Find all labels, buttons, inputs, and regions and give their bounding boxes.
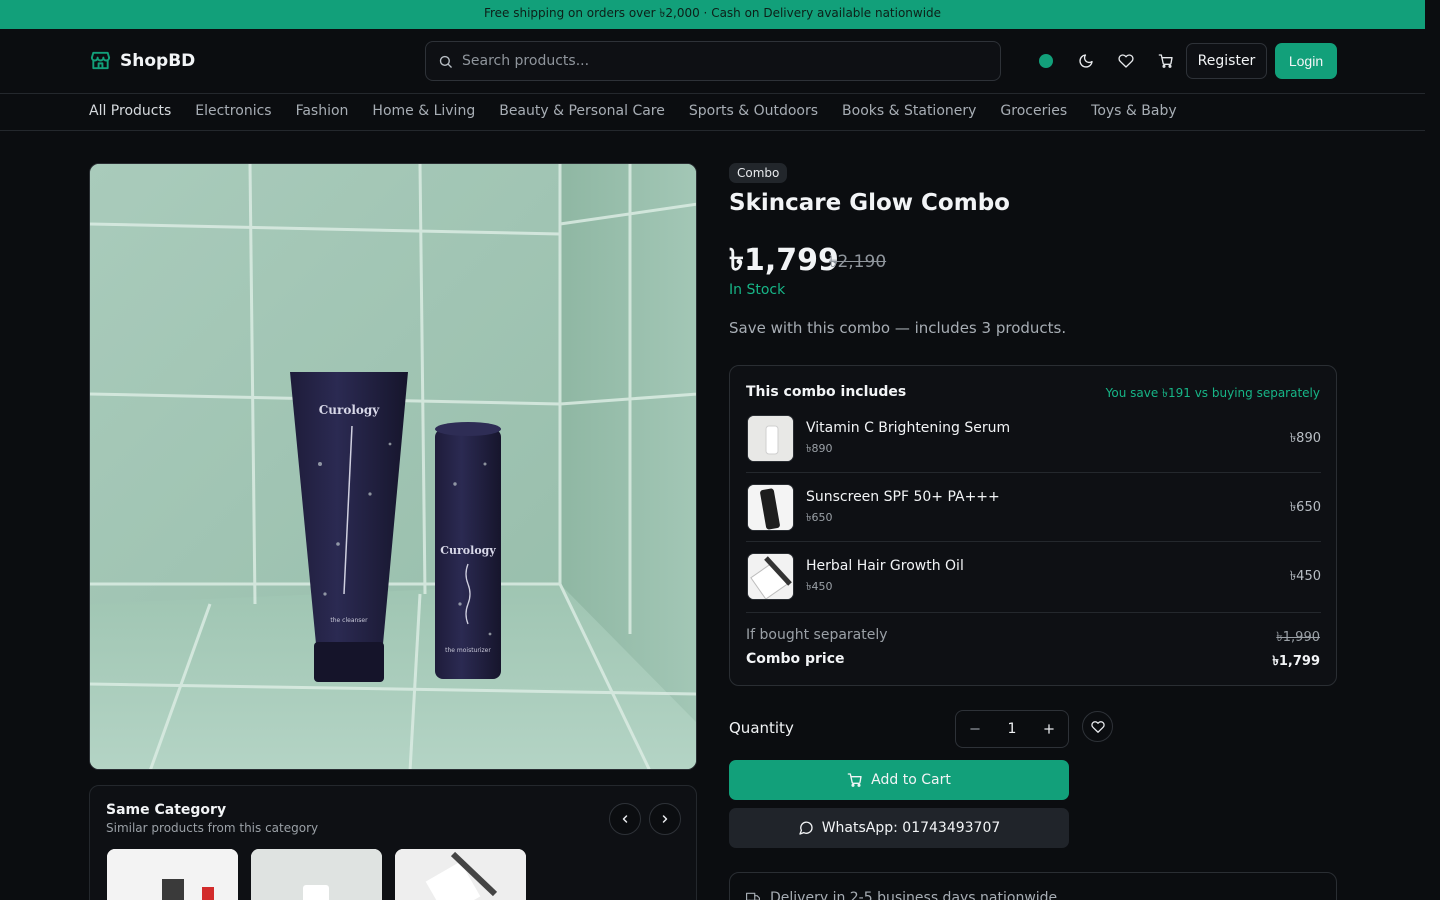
- category-groceries[interactable]: Groceries: [1000, 103, 1067, 119]
- combo-item[interactable]: Sunscreen SPF 50+ PA+++ ৳650 ৳650: [746, 484, 1321, 553]
- svg-text:Curology: Curology: [440, 544, 496, 557]
- same-category-title: Same Category: [106, 802, 227, 818]
- product-badge: Combo: [729, 163, 788, 183]
- combo-item-name: Herbal Hair Growth Oil: [806, 558, 964, 574]
- separately-value: ৳1,990: [1276, 630, 1320, 645]
- register-button[interactable]: Register: [1186, 43, 1267, 79]
- heart-icon: [1090, 720, 1105, 733]
- minus-icon: [970, 728, 980, 730]
- brand-name: ShopBD: [120, 50, 196, 71]
- brand-logo[interactable]: ShopBD: [89, 49, 195, 72]
- plus-icon: [1044, 724, 1054, 734]
- moon-icon: [1079, 54, 1093, 68]
- category-fashion[interactable]: Fashion: [296, 103, 349, 119]
- combo-item-image: [747, 415, 794, 462]
- divider: [746, 472, 1321, 473]
- category-all-products[interactable]: All Products: [89, 103, 171, 119]
- carousel-prev-button[interactable]: [609, 803, 641, 835]
- delivery-text: Delivery in 2-5 business days nationwide: [770, 890, 1058, 900]
- category-nav: All Products Electronics Fashion Home & …: [0, 94, 1425, 131]
- divider: [746, 612, 1321, 613]
- announcement-bar: Free shipping on orders over ৳2,000 · Ca…: [0, 0, 1425, 29]
- login-button[interactable]: Login: [1275, 43, 1337, 79]
- cart-icon: [1158, 54, 1173, 68]
- combo-includes-panel: This combo includes You save ৳191 vs buy…: [729, 365, 1337, 686]
- page-scrollbar[interactable]: [1425, 0, 1440, 900]
- combo-item-image: [747, 484, 794, 531]
- related-product-card[interactable]: [251, 849, 382, 900]
- combo-item-price: ৳650: [1289, 500, 1321, 515]
- product-main-image[interactable]: Curology the cleanser Curology the moist…: [89, 163, 697, 770]
- product-description: Save with this combo — includes 3 produc…: [729, 319, 1067, 337]
- combo-item-name: Vitamin C Brightening Serum: [806, 420, 1011, 436]
- store-icon: [90, 51, 111, 70]
- add-to-wishlist-button[interactable]: [1082, 711, 1113, 742]
- search-input[interactable]: [462, 53, 962, 69]
- separately-label: If bought separately: [746, 627, 888, 643]
- quantity-increase-button[interactable]: [1040, 720, 1058, 738]
- status-dot[interactable]: [1039, 54, 1053, 68]
- related-product-card[interactable]: [107, 849, 238, 900]
- category-books[interactable]: Books & Stationery: [842, 103, 976, 119]
- svg-text:the cleanser: the cleanser: [330, 617, 368, 624]
- combo-item-subprice: ৳890: [806, 442, 833, 455]
- product-price: ৳1,799: [729, 243, 839, 278]
- theme-toggle-button[interactable]: [1074, 49, 1098, 73]
- whatsapp-button[interactable]: WhatsApp: 01743493707: [729, 808, 1069, 848]
- category-home-living[interactable]: Home & Living: [372, 103, 475, 119]
- combo-savings: You save ৳191 vs buying separately: [1105, 386, 1320, 400]
- related-product-image: [107, 849, 238, 900]
- category-electronics[interactable]: Electronics: [195, 103, 271, 119]
- related-product-image: [395, 849, 526, 900]
- cart-button[interactable]: [1154, 49, 1178, 73]
- related-product-image: [251, 849, 382, 900]
- quantity-label: Quantity: [729, 719, 794, 737]
- heart-icon: [1118, 54, 1134, 68]
- svg-text:Curology: Curology: [319, 403, 381, 417]
- wishlist-button[interactable]: [1114, 49, 1138, 73]
- same-category-section: Same Category Similar products from this…: [89, 785, 697, 900]
- combo-item-image: [747, 553, 794, 600]
- carousel-next-button[interactable]: [649, 803, 681, 835]
- category-beauty[interactable]: Beauty & Personal Care: [499, 103, 665, 119]
- truck-icon: [746, 892, 760, 900]
- add-to-cart-label: Add to Cart: [871, 772, 951, 788]
- category-toys[interactable]: Toys & Baby: [1091, 103, 1177, 119]
- whatsapp-label: WhatsApp: 01743493707: [821, 820, 1001, 836]
- combo-item-name: Sunscreen SPF 50+ PA+++: [806, 489, 1000, 505]
- quantity-stepper: 1: [955, 710, 1069, 748]
- delivery-info: Delivery in 2-5 business days nationwide: [729, 872, 1337, 900]
- product-photo: Curology the cleanser Curology the moist…: [90, 164, 696, 769]
- divider: [746, 541, 1321, 542]
- related-product-card[interactable]: [395, 849, 526, 900]
- category-sports[interactable]: Sports & Outdoors: [689, 103, 818, 119]
- chevron-left-icon: [622, 815, 628, 823]
- add-to-cart-button[interactable]: Add to Cart: [729, 760, 1069, 800]
- site-header: ShopBD Register Login: [0, 29, 1425, 94]
- product-title: Skincare Glow Combo: [729, 190, 1010, 216]
- same-category-subtitle: Similar products from this category: [106, 821, 319, 835]
- combo-item[interactable]: Vitamin C Brightening Serum ৳890 ৳890: [746, 415, 1321, 484]
- product-old-price: ৳2,190: [829, 252, 887, 272]
- cart-icon: [847, 773, 862, 787]
- combo-heading: This combo includes: [746, 384, 907, 400]
- search-bar[interactable]: [425, 41, 1001, 81]
- combo-item-subprice: ৳650: [806, 511, 833, 524]
- combo-item-subprice: ৳450: [806, 580, 833, 593]
- combo-price-value: ৳1,799: [1272, 654, 1320, 669]
- combo-item-price: ৳890: [1289, 431, 1321, 446]
- quantity-decrease-button[interactable]: [966, 720, 984, 738]
- quantity-value[interactable]: 1: [1008, 721, 1017, 737]
- search-icon: [439, 55, 452, 68]
- svg-text:the moisturizer: the moisturizer: [445, 647, 491, 654]
- combo-item-price: ৳450: [1289, 569, 1321, 584]
- combo-price-label: Combo price: [746, 651, 845, 667]
- chevron-right-icon: [662, 815, 668, 823]
- announcement-text: Free shipping on orders over ৳2,000 · Ca…: [483, 5, 942, 20]
- chat-icon: [799, 821, 813, 835]
- stock-status: In Stock: [729, 282, 786, 298]
